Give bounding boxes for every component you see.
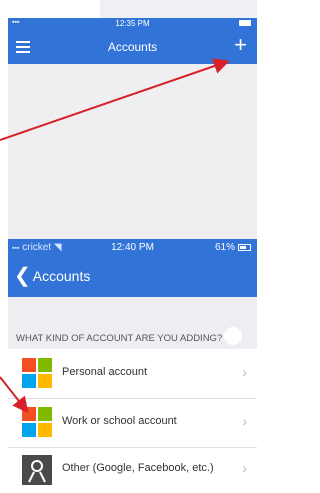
arrow-to-plus <box>0 58 230 141</box>
annotation-arrows <box>0 58 230 414</box>
arrow-to-work-account <box>0 376 29 414</box>
